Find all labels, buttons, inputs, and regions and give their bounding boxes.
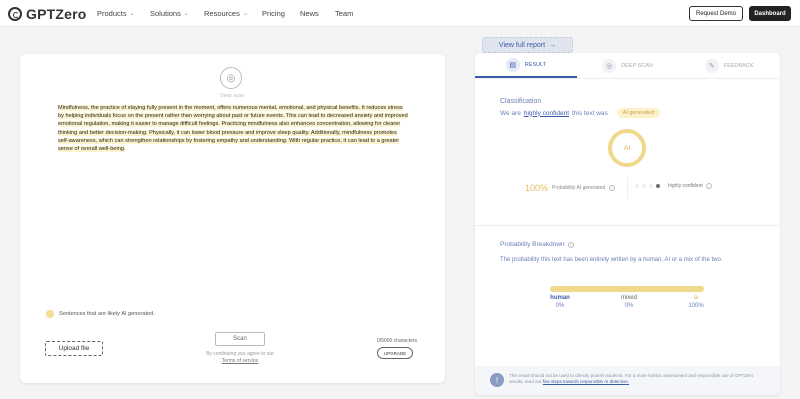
ai-highlighted-text: Mindfulness, the practice of staying ful… (58, 105, 408, 153)
nav-resources-label: Resources (204, 9, 240, 18)
request-demo-button[interactable]: Request Demo (689, 6, 743, 21)
arrow-right-icon: → (549, 41, 557, 49)
divider (475, 225, 780, 226)
tab-result[interactable]: ▤ RESULT (475, 53, 577, 78)
deep-scan-toggle[interactable]: ◎ Deep scan (220, 67, 244, 99)
breakdown-title-text: Probability Breakdown (500, 241, 565, 248)
nav-pricing[interactable]: Pricing (262, 9, 300, 18)
breakdown-human-value: 0% (555, 303, 565, 309)
disclaimer-text: This result should not be used to direct… (509, 373, 759, 385)
pencil-icon: ✎ (704, 58, 719, 73)
classification-suffix: this text was (572, 109, 608, 117)
logo[interactable]: GPTZero (8, 6, 87, 22)
nav-products[interactable]: Products ⌄ (97, 9, 150, 18)
results-tabs: ▤ RESULT ◎ DEEP SCAN ✎ FEEDBACK (475, 53, 780, 79)
tab-feedback-label: FEEDBACK (723, 62, 754, 69)
nav-solutions[interactable]: Solutions ⌄ (150, 9, 204, 18)
probability-row: 100% Probability AI generated i (525, 183, 616, 193)
nav-team[interactable]: Team (335, 9, 353, 18)
legend-swatch (46, 310, 54, 318)
chevron-down-icon: ⌄ (183, 11, 189, 17)
dashboard-button[interactable]: Dashboard (749, 6, 791, 21)
gptzero-logo-icon (8, 7, 22, 21)
ai-generated-badge: AI generated (616, 108, 661, 118)
classification-title: Classification (500, 98, 542, 105)
confidence-dot (649, 184, 653, 188)
highlight-legend: Sentences that are likely AI generated. (46, 310, 155, 318)
fingerprint-icon: ◎ (220, 67, 242, 89)
chevron-down-icon: ⌄ (129, 11, 135, 17)
breakdown-human: human 0% (540, 295, 580, 309)
confidence-dot (642, 184, 646, 188)
terms-notice: By continuing you agree to our Terms of … (205, 351, 275, 364)
nav-resources[interactable]: Resources ⌄ (204, 9, 262, 18)
confidence-dot (656, 184, 660, 188)
input-text-area[interactable]: Mindfulness, the practice of staying ful… (58, 104, 408, 153)
confidence-link[interactable]: highly confident (524, 110, 569, 117)
breakdown-ai-value: 100% (688, 303, 704, 309)
nav-solutions-label: Solutions (150, 9, 181, 18)
disclaimer-footer: ! This result should not be used to dire… (475, 366, 780, 395)
tab-deep-scan[interactable]: ◎ DEEP SCAN (577, 53, 679, 78)
ring-label: AI (623, 144, 631, 152)
legend-text: Sentences that are likely AI generated. (59, 311, 155, 317)
info-icon[interactable]: i (705, 183, 712, 189)
probability-label: Probability AI generated (552, 185, 606, 191)
confidence-label: highly confident (668, 183, 703, 189)
terms-notice-text: By continuing you agree to our (206, 351, 274, 357)
breakdown-ai: ai 100% (676, 295, 716, 309)
chevron-down-icon: ⌄ (242, 11, 248, 17)
terms-link[interactable]: Terms of service (222, 358, 258, 364)
scan-button[interactable]: Scan (215, 332, 265, 346)
divider (627, 177, 628, 199)
nav-products-label: Products (97, 9, 127, 18)
confidence-dot (635, 184, 639, 188)
top-navigation-bar: GPTZero Products ⌄ Solutions ⌄ Resources ⌄ … (0, 0, 800, 27)
results-panel: ▤ RESULT ◎ DEEP SCAN ✎ FEEDBACK Classifi… (475, 53, 780, 395)
nav-news[interactable]: News (300, 9, 335, 18)
breakdown-bar (550, 286, 704, 292)
alert-icon: ! (490, 373, 504, 387)
upgrade-button[interactable]: UPGRADE (377, 347, 413, 359)
nav-pricing-label: Pricing (262, 9, 285, 18)
classification-sentence: We are highly confident this text was AI… (500, 108, 661, 118)
view-full-report-label: View full report (498, 41, 546, 49)
breakdown-description: The probability this text has been entir… (500, 257, 723, 263)
tab-result-label: RESULT (524, 61, 546, 68)
probability-value: 100% (525, 183, 549, 193)
breakdown-mixed-value: 0% (624, 303, 634, 309)
breakdown-title: Probability Breakdown i (500, 241, 574, 248)
text-input-card: ◎ Deep scan Mindfulness, the practice of… (20, 54, 445, 383)
character-count: 0/5000 characters (377, 338, 418, 344)
responsible-ai-link[interactable]: five steps towards responsible AI detect… (543, 379, 629, 384)
confidence-indicator: highly confident i (635, 183, 712, 189)
breakdown-human-label: human (550, 295, 570, 301)
ai-result-ring: AI (608, 129, 646, 167)
logo-text: GPTZero (26, 6, 87, 22)
fingerprint-icon: ◎ (602, 58, 617, 73)
info-icon[interactable]: i (609, 185, 616, 191)
breakdown-ai-label: ai (693, 295, 699, 301)
classification-prefix: We are (500, 109, 521, 117)
document-icon: ▤ (505, 57, 520, 72)
tab-feedback[interactable]: ✎ FEEDBACK (678, 53, 780, 78)
info-icon[interactable]: i (567, 241, 574, 248)
breakdown-mixed: mixed 0% (609, 295, 649, 309)
main-nav: Products ⌄ Solutions ⌄ Resources ⌄ Pricing … (97, 9, 353, 18)
breakdown-mixed-label: mixed (620, 295, 637, 301)
view-full-report-button[interactable]: View full report → (482, 37, 573, 53)
deep-scan-label: Deep scan (220, 93, 244, 99)
nav-team-label: Team (335, 9, 354, 18)
upload-file-button[interactable]: Upload file (45, 341, 103, 356)
nav-news-label: News (300, 9, 319, 18)
tab-deep-scan-label: DEEP SCAN (621, 62, 653, 69)
